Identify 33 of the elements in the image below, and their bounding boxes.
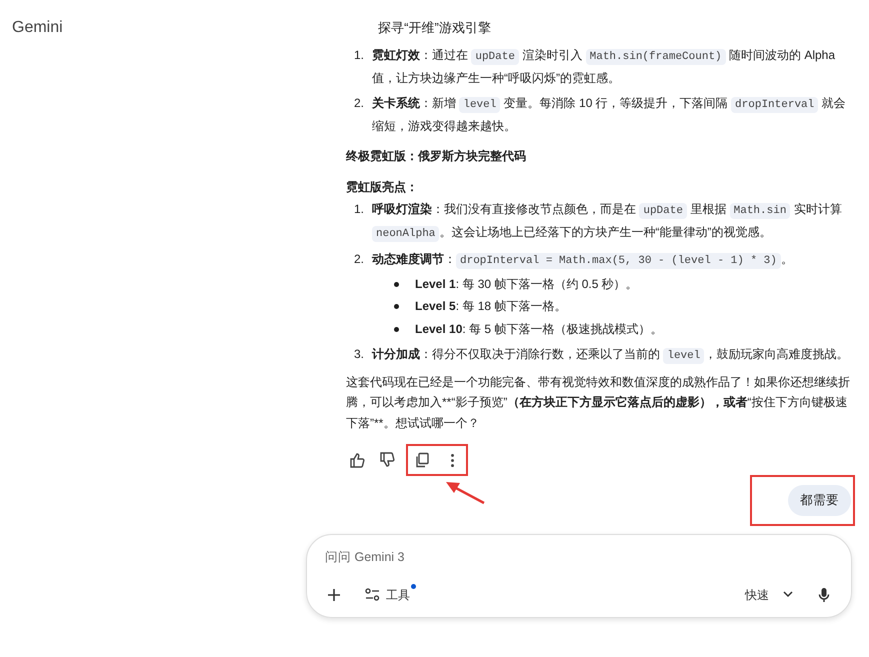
user-message: 都需要 (788, 485, 851, 516)
more-icon (450, 454, 454, 466)
section-heading: 霓虹版亮点： (346, 178, 419, 196)
tools-icon (365, 588, 380, 601)
conversation-title: 探寻“开维”游戏引擎 (378, 19, 491, 37)
notification-dot (411, 584, 416, 588)
list-item-text: Level 1: 每 30 帧下落一格（约 0.5 秒）。 (415, 276, 638, 292)
list-number: 2. (353, 251, 366, 268)
list-item-text: Level 10: 每 5 帧下落一格（极速挑战模式）。 (415, 320, 662, 338)
list-item-text: 呼吸灯渲染：我们没有直接修改节点颜色，而是在 upDate 里根据 Math.sin 实时计算 neonAlpha 。这会让场地上已经落下的方块产生一种“能量律动”的视觉感。 (372, 201, 843, 244)
chevron-down-icon (783, 591, 793, 598)
thumbs-down-icon (379, 452, 395, 468)
list-item-text: 计分加成：得分不仅取决于消除行数，还乘以了当前的 level ，鼓励玩家向高难度挑战。 (372, 346, 848, 366)
list-number: 1. (353, 201, 366, 218)
arrow-annotation (444, 479, 486, 505)
response-paragraph: 这套代码现在已经是一个功能完备、带有视觉特效和数值深度的成熟作品了！如果你还想继续折腾，可以考虑加入**“影子预览”（在方块正下方显示它落点后的虚影），或者“按住下方向键极速下落”**。想试试哪一个？ (346, 374, 851, 432)
bullet-icon (394, 304, 399, 309)
app-name: Gemini (12, 18, 63, 38)
mode-dropdown[interactable]: 快速 (741, 584, 797, 606)
list-item-text: 霓虹灯效：通过在 upDate 渲染时引入 Math.sin(frameCount) 随时间波动的 Alpha 值，让方块边缘产生一种“呼吸闪烁”的霓虹感。 (372, 47, 836, 86)
microphone-icon (818, 586, 830, 602)
list-number: 3. (353, 346, 366, 363)
tools-button[interactable]: 工具 (361, 584, 414, 606)
thumbs-up-icon (349, 452, 365, 468)
plus-icon (327, 588, 341, 602)
list-item-text: 关卡系统：新增 level 变量。每消除 10 行，等级提升，下落间隔 dropInterval 就会缩短，游戏变得越来越快。 (372, 95, 847, 134)
copy-icon (414, 452, 430, 468)
list-number: 1. (353, 47, 366, 64)
section-heading: 终极霓虹版：俄罗斯方块完整代码 (346, 148, 527, 165)
list-number: 2. (353, 95, 366, 112)
bullet-icon (394, 282, 399, 286)
list-item-text: Level 5: 每 18 帧下落一格。 (415, 298, 566, 315)
bullet-icon (394, 326, 399, 332)
